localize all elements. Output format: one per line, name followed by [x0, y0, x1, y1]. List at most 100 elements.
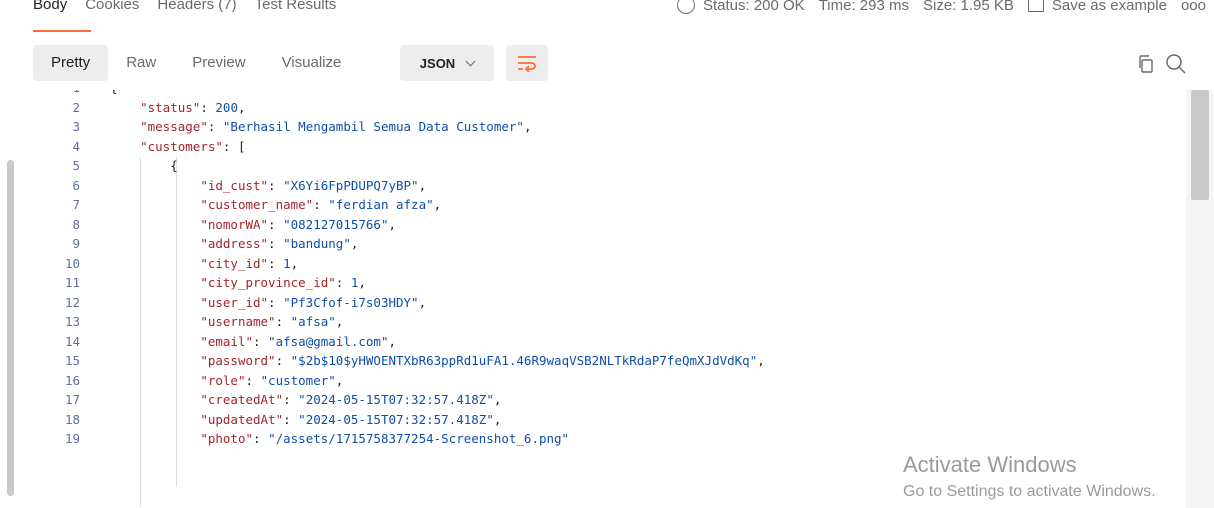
active-tab-indicator	[33, 30, 91, 32]
code-line[interactable]: 16 "role": "customer",	[0, 371, 1180, 391]
left-scrollbar[interactable]	[7, 160, 14, 496]
vertical-scrollbar-thumb[interactable]	[1191, 90, 1209, 200]
json-value: "/assets/1715758377254-Screenshot_6.png"	[268, 431, 570, 446]
code-text: "password": "$2b$10$yHWOENTXbR63ppRd1uFA…	[110, 351, 764, 371]
json-punctuation: :	[268, 216, 284, 232]
json-punctuation: :	[268, 177, 284, 193]
json-punctuation: :	[200, 99, 216, 115]
line-number: 2	[72, 99, 80, 115]
json-key: "nomorWA"	[200, 216, 269, 232]
wrap-lines-button[interactable]	[506, 45, 548, 81]
code-line[interactable]: 15 "password": "$2b$10$yHWOENTXbR63ppRd1…	[0, 351, 1180, 371]
tab-test-results[interactable]: Test Results	[255, 0, 337, 13]
code-line[interactable]: 6 "id_cust": "X6Yi6FpPDUPQ7yBP",	[0, 176, 1180, 196]
code-text: "createdAt": "2024-05-15T07:32:57.418Z",	[110, 390, 501, 410]
code-line[interactable]: 13 "username": "afsa",	[0, 312, 1180, 332]
response-meta: Status: 200 OK Time: 293 ms Size: 1.95 K…	[676, 0, 1206, 14]
json-key: "updatedAt"	[200, 411, 284, 427]
json-punctuation: :	[253, 333, 269, 349]
line-number: 15	[64, 353, 80, 368]
code-lines: 1{2 "status": 200,3 "message": "Berhasil…	[0, 90, 1180, 449]
json-value: 1	[283, 255, 291, 271]
tab-preview[interactable]: Preview	[174, 45, 263, 81]
tab-headers[interactable]: Headers (7)	[157, 0, 236, 13]
tab-cookies[interactable]: Cookies	[85, 0, 139, 13]
json-punctuation: ,	[290, 255, 299, 271]
json-value: "2024-05-15T07:32:57.418Z"	[298, 411, 494, 427]
code-line[interactable]: 11 "city_province_id": 1,	[0, 273, 1180, 293]
json-punctuation: :	[268, 255, 284, 271]
line-number: 13	[64, 314, 80, 329]
json-punctuation: :	[245, 372, 261, 388]
time-text[interactable]: Time: 293 ms	[819, 0, 909, 14]
json-punctuation: ,	[335, 372, 344, 388]
copy-icon[interactable]	[1136, 54, 1156, 74]
json-punctuation: ,	[388, 216, 396, 232]
json-punctuation: :	[275, 353, 291, 368]
tab-body[interactable]: Body	[33, 0, 67, 13]
vertical-scrollbar-track[interactable]	[1186, 90, 1214, 508]
json-punctuation: : [	[222, 138, 246, 154]
code-text: "nomorWA": "082127015766",	[110, 215, 396, 235]
code-text: "username": "afsa",	[110, 312, 343, 332]
json-key: "city_province_id"	[200, 275, 336, 290]
code-text: {	[110, 90, 118, 98]
code-line[interactable]: 1{	[0, 90, 1180, 98]
json-key: "customers"	[140, 138, 223, 154]
line-number: 8	[72, 216, 80, 232]
json-key: "role"	[200, 372, 246, 388]
size-text[interactable]: Size: 1.95 KB	[923, 0, 1014, 14]
code-text: "customers": [	[110, 137, 245, 157]
line-number: 5	[72, 158, 80, 173]
json-punctuation: :	[283, 392, 299, 407]
code-line[interactable]: 17 "createdAt": "2024-05-15T07:32:57.418…	[0, 390, 1180, 410]
search-icon[interactable]	[1164, 52, 1188, 76]
save-as-example-button[interactable]: Save as example	[1052, 0, 1167, 14]
code-line[interactable]: 19 "photo": "/assets/1715758377254-Scree…	[0, 429, 1180, 449]
json-value: "Berhasil Mengambil Semua Data Customer"	[222, 119, 524, 134]
more-options-button[interactable]: ooo	[1181, 0, 1206, 14]
code-line[interactable]: 9 "address": "bandung",	[0, 234, 1180, 254]
line-number: 3	[72, 119, 80, 134]
code-text: "user_id": "Pf3Cfof-i7s03HDY",	[110, 293, 426, 313]
json-punctuation: :	[268, 236, 284, 251]
line-number: 6	[72, 177, 80, 193]
json-key: "city_id"	[200, 255, 269, 271]
tab-visualize[interactable]: Visualize	[264, 45, 360, 81]
response-toolbar: Pretty Raw Preview Visualize JSON	[0, 34, 1214, 90]
response-body-editor[interactable]: 1{2 "status": 200,3 "message": "Berhasil…	[0, 90, 1214, 508]
json-key: "message"	[140, 119, 208, 134]
line-number: 10	[64, 255, 80, 271]
save-icon[interactable]	[1027, 0, 1044, 12]
json-value: "customer"	[260, 372, 336, 388]
code-line[interactable]: 7 "customer_name": "ferdian afza",	[0, 195, 1180, 215]
code-line[interactable]: 10 "city_id": 1,	[0, 254, 1180, 274]
format-select[interactable]: JSON	[400, 45, 494, 81]
code-line[interactable]: 5 {	[0, 156, 1180, 176]
json-punctuation: ,	[350, 236, 359, 251]
status-text[interactable]: Status: 200 OK	[703, 0, 805, 14]
tab-raw[interactable]: Raw	[108, 45, 174, 81]
json-punctuation: ,	[493, 392, 502, 407]
json-punctuation: :	[335, 275, 351, 290]
globe-icon[interactable]	[676, 0, 695, 14]
code-line[interactable]: 3 "message": "Berhasil Mengambil Semua D…	[0, 117, 1180, 137]
view-mode-tabs: Pretty Raw Preview Visualize	[33, 45, 359, 81]
line-number: 17	[64, 392, 80, 407]
json-value: "ferdian afza"	[328, 197, 434, 212]
code-line[interactable]: 14 "email": "afsa@gmail.com",	[0, 332, 1180, 352]
json-punctuation: {	[170, 158, 178, 173]
tab-pretty[interactable]: Pretty	[33, 45, 109, 81]
code-line[interactable]: 4 "customers": [	[0, 137, 1180, 157]
activate-windows-watermark: Activate Windows Go to Settings to activ…	[903, 452, 1156, 502]
json-punctuation: ,	[335, 314, 344, 329]
code-line[interactable]: 2 "status": 200,	[0, 98, 1180, 118]
code-line[interactable]: 18 "updatedAt": "2024-05-15T07:32:57.418…	[0, 410, 1180, 430]
line-number: 14	[64, 333, 80, 349]
code-line[interactable]: 12 "user_id": "Pf3Cfof-i7s03HDY",	[0, 293, 1180, 313]
code-line[interactable]: 8 "nomorWA": "082127015766",	[0, 215, 1180, 235]
json-punctuation: :	[253, 431, 269, 446]
response-tabs-bar: Body Cookies Headers (7) Test Results St…	[0, 0, 1214, 34]
json-key: "createdAt"	[200, 392, 284, 407]
code-text: "status": 200,	[110, 98, 245, 118]
